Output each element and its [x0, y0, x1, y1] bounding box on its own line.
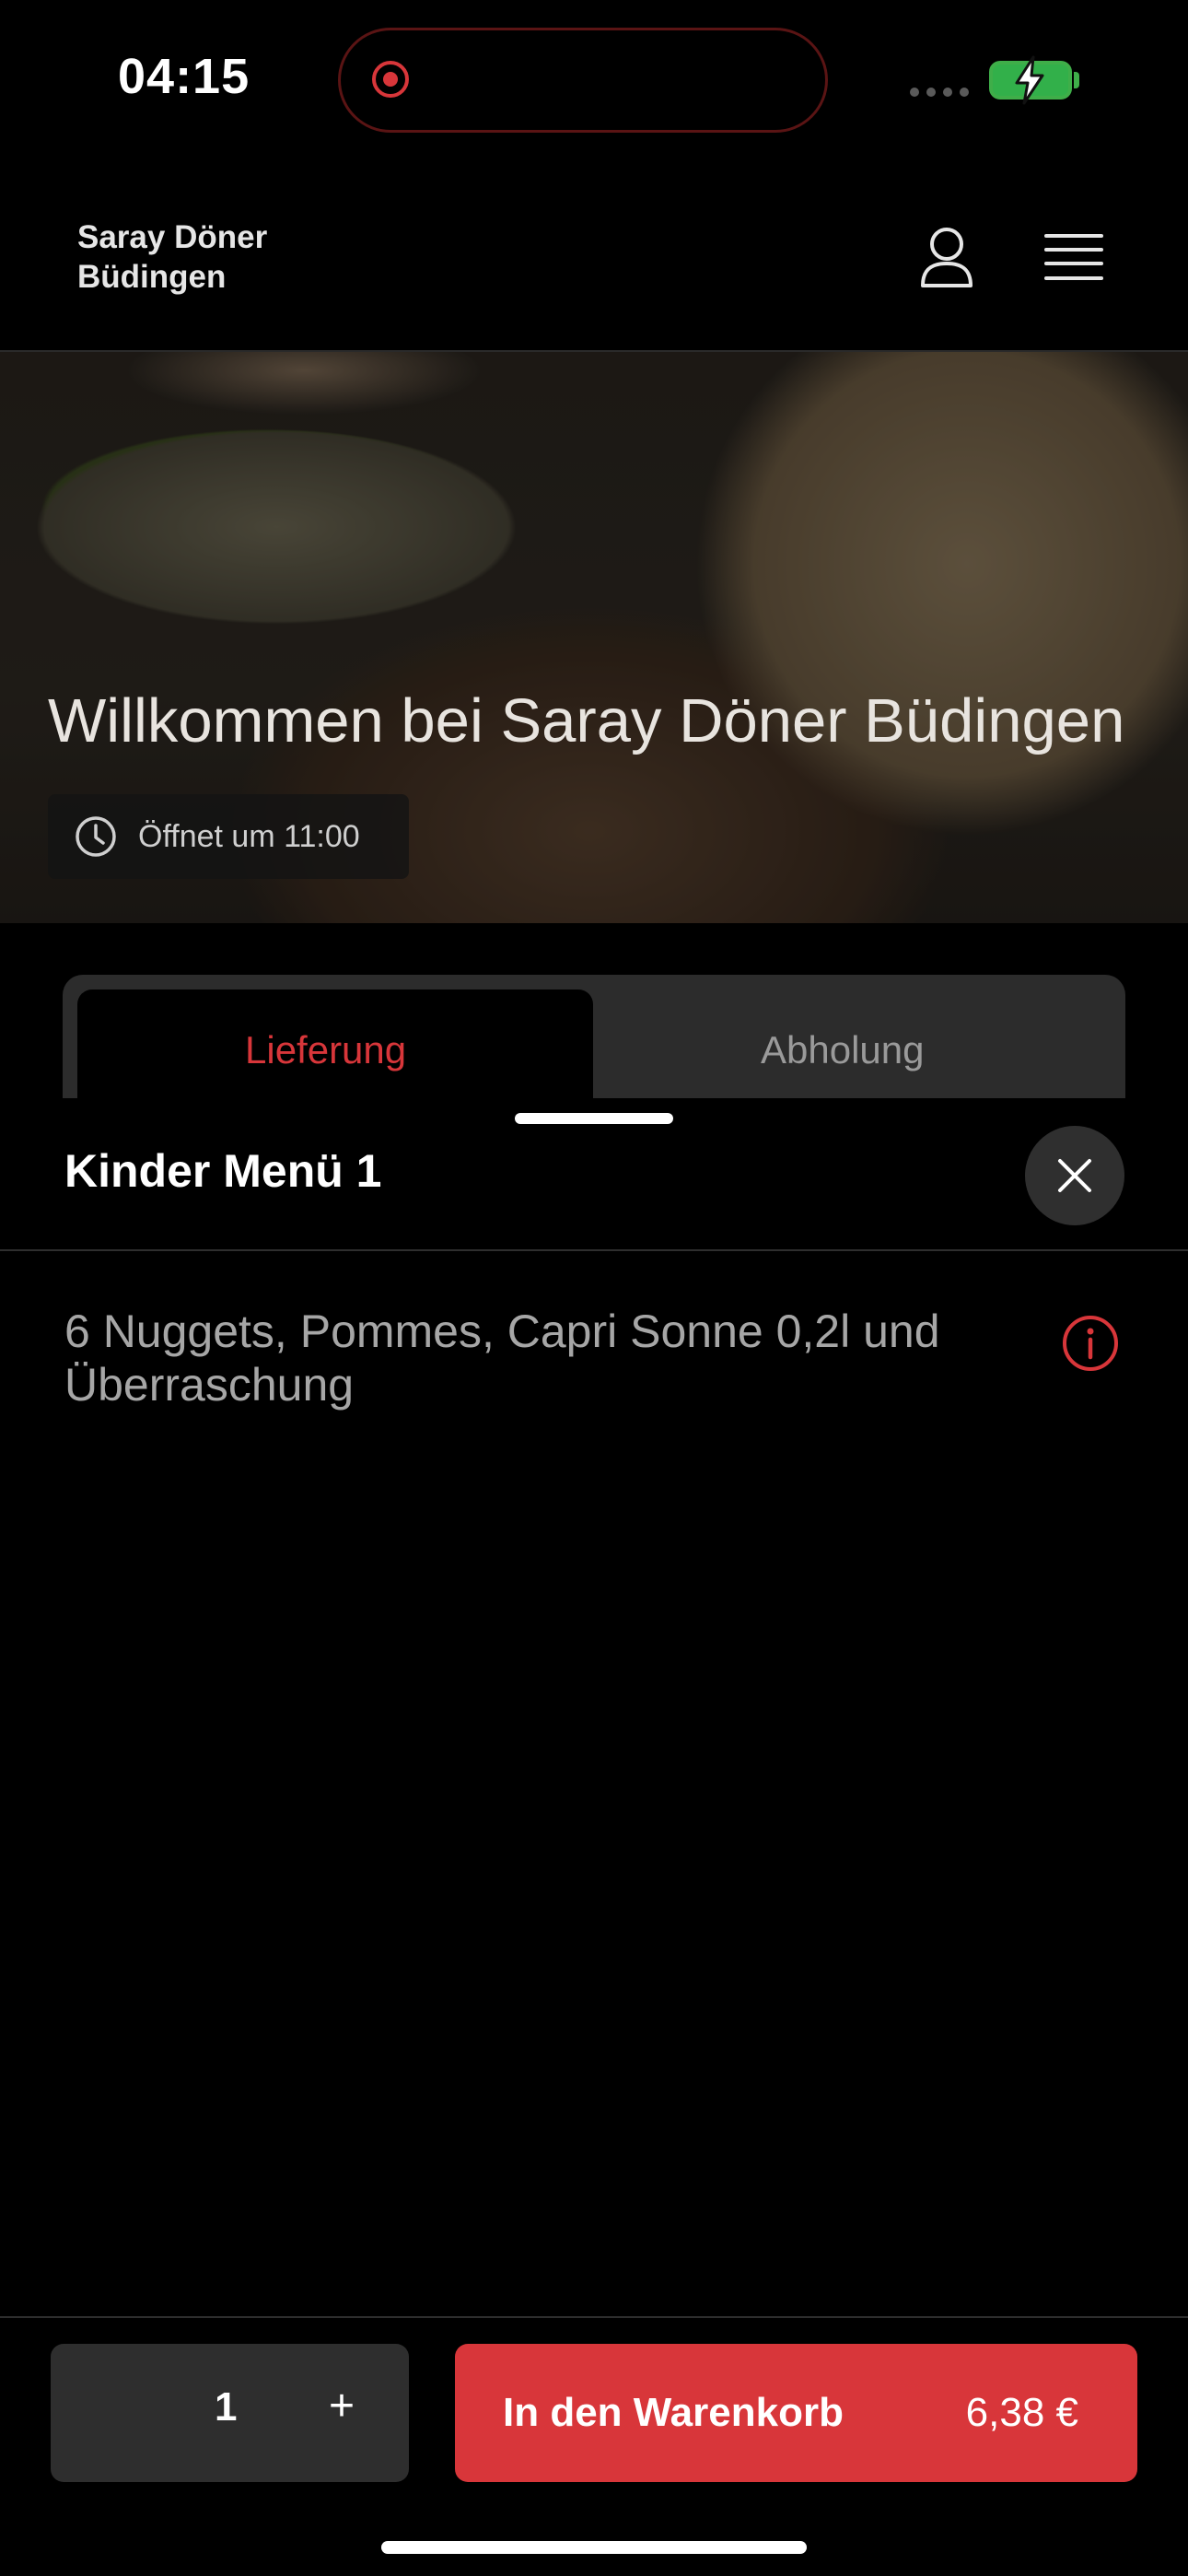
hero-banner: Willkommen bei Saray Döner Büdingen Öffn… — [0, 352, 1188, 923]
hamburger-menu-icon[interactable] — [1044, 232, 1103, 284]
close-button[interactable] — [1025, 1126, 1124, 1225]
hero-title: Willkommen bei Saray Döner Büdingen — [48, 686, 1125, 755]
battery-cap — [1074, 72, 1079, 88]
user-icon[interactable] — [917, 225, 976, 291]
opening-hours-text: Öffnet um 11:00 — [138, 818, 360, 854]
quantity-stepper: 1 + — [51, 2344, 409, 2482]
sheet-divider — [0, 1249, 1188, 1251]
add-to-cart-button[interactable]: In den Warenkorb 6,38 € — [455, 2344, 1137, 2482]
charging-bolt-icon — [1015, 55, 1044, 105]
status-time: 04:15 — [118, 49, 250, 104]
increase-button[interactable]: + — [329, 2381, 355, 2431]
brand-label: Saray Döner Büdingen — [77, 219, 268, 295]
product-title: Kinder Menü 1 — [64, 1145, 382, 1197]
tab-abholung[interactable]: Abholung — [761, 1028, 925, 1072]
price-label: 6,38 € — [965, 2390, 1078, 2435]
opening-hours-badge: Öffnet um 11:00 — [48, 794, 409, 879]
close-icon — [1058, 1159, 1091, 1192]
product-description: 6 Nuggets, Pommes, Capri Sonne 0,2l und … — [64, 1306, 940, 1411]
signal-icon — [910, 88, 969, 97]
info-icon[interactable] — [1061, 1314, 1120, 1373]
brand-name[interactable]: Saray Döner Büdingen — [77, 217, 289, 297]
sheet-grabber[interactable] — [515, 1113, 673, 1124]
home-indicator[interactable] — [381, 2541, 807, 2554]
bottom-divider — [0, 2316, 1188, 2318]
dynamic-island — [338, 28, 828, 133]
tab-lieferung-label[interactable]: Lieferung — [245, 1028, 406, 1072]
quantity-value: 1 — [215, 2384, 238, 2430]
recording-icon — [372, 61, 409, 98]
delivery-mode-tabs: Lieferung Abholung — [63, 975, 1125, 1098]
clock-icon — [76, 816, 116, 857]
add-to-cart-label: In den Warenkorb — [503, 2390, 844, 2435]
